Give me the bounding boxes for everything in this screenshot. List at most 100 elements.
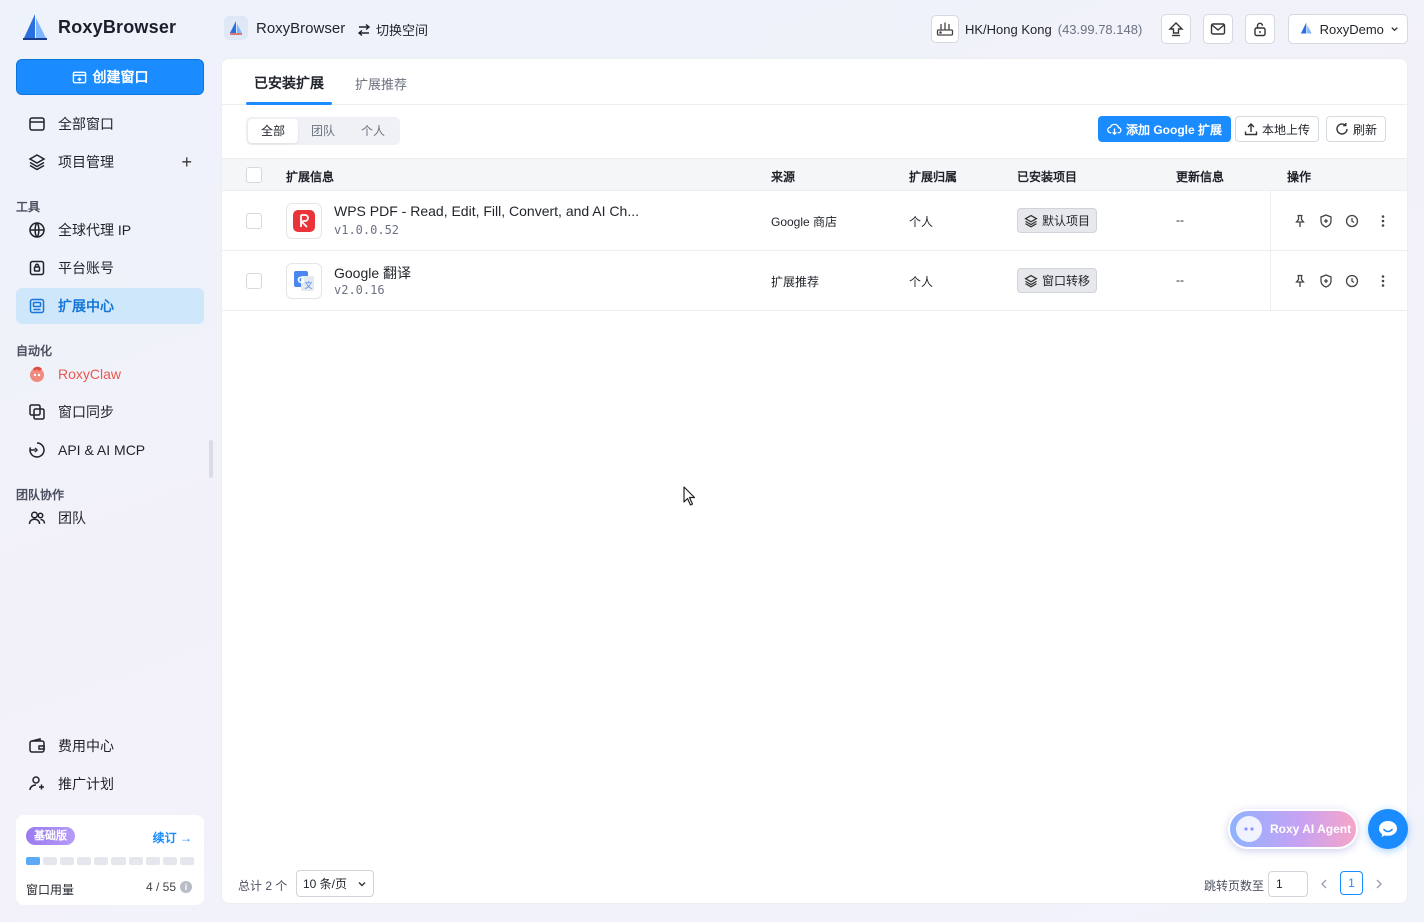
filter-all[interactable]: 全部 bbox=[248, 119, 299, 143]
sidebar-item-label: 费用中心 bbox=[58, 738, 114, 754]
table-row[interactable]: G文 Google 翻译 v2.0.16 扩展推荐 个人 窗口转移 -- bbox=[222, 251, 1407, 311]
table-row[interactable]: WPS PDF - Read, Edit, Fill, Convert, and… bbox=[222, 191, 1407, 251]
cloud-download-icon bbox=[1107, 123, 1122, 136]
sidebar-item-label: 扩展中心 bbox=[58, 298, 114, 314]
google-translate-icon: G文 bbox=[286, 263, 322, 299]
installed-project-tag[interactable]: 默认项目 bbox=[1017, 208, 1098, 233]
update-info: -- bbox=[1176, 273, 1184, 287]
sidebar-scrollbar[interactable] bbox=[209, 440, 213, 478]
jump-page-input[interactable] bbox=[1268, 871, 1308, 897]
wps-pdf-icon bbox=[286, 203, 322, 239]
window-icon bbox=[29, 117, 45, 131]
referral-icon bbox=[29, 776, 44, 791]
sidebar-item-team[interactable]: 团队 bbox=[16, 500, 204, 536]
user-menu[interactable]: RoxyDemo bbox=[1288, 14, 1408, 44]
upload-icon bbox=[1244, 123, 1258, 136]
info-icon[interactable]: i bbox=[180, 881, 192, 893]
brand-name: RoxyBrowser bbox=[58, 16, 177, 37]
chevron-down-icon bbox=[358, 881, 366, 886]
layers-icon bbox=[28, 154, 46, 171]
extension-source: 扩展推荐 bbox=[771, 275, 820, 289]
page-size-select[interactable]: 10 条/页 bbox=[296, 870, 374, 897]
sidebar-item-roxyclaw[interactable]: RoxyClaw bbox=[16, 356, 204, 392]
sidebar-item-api[interactable]: API & AI MCP bbox=[16, 432, 204, 468]
pin-icon[interactable] bbox=[1291, 212, 1309, 230]
refresh-button[interactable]: 刷新 bbox=[1326, 116, 1387, 142]
team-icon bbox=[28, 511, 46, 525]
table-header: 扩展信息 来源 扩展归属 已安装项目 更新信息 操作 bbox=[222, 158, 1407, 191]
usage-segment bbox=[94, 857, 109, 865]
api-icon bbox=[29, 442, 45, 458]
globe-icon bbox=[29, 222, 45, 238]
tab-installed[interactable]: 已安装扩展 bbox=[254, 73, 324, 93]
col-update: 更新信息 bbox=[1176, 170, 1225, 184]
sidebar-item-sync[interactable]: 窗口同步 bbox=[16, 394, 204, 430]
usage-label: 窗口用量 bbox=[26, 883, 75, 897]
claw-icon bbox=[30, 366, 44, 382]
mouse-cursor-icon bbox=[683, 486, 696, 506]
upload-button[interactable] bbox=[1161, 14, 1191, 44]
add-window-icon bbox=[72, 71, 86, 83]
col-ops: 操作 bbox=[1287, 170, 1312, 184]
renew-link[interactable]: 续订 → bbox=[153, 829, 192, 846]
more-icon[interactable] bbox=[1374, 272, 1392, 290]
add-google-extension-button[interactable]: 添加 Google 扩展 bbox=[1098, 116, 1232, 142]
page-1-button[interactable]: 1 bbox=[1340, 871, 1363, 895]
shield-icon[interactable] bbox=[1317, 272, 1335, 290]
more-icon[interactable] bbox=[1374, 212, 1392, 230]
extension-source: Google 商店 bbox=[771, 215, 838, 229]
pin-icon[interactable] bbox=[1291, 272, 1309, 290]
sidebar-item-label: 平台账号 bbox=[58, 260, 114, 276]
user-name: RoxyDemo bbox=[1319, 21, 1384, 37]
plan-card: 基础版 续订 → 窗口用量 4 / 55 i bbox=[16, 815, 204, 905]
chat-support-button[interactable] bbox=[1368, 809, 1408, 849]
row-checkbox[interactable] bbox=[246, 273, 262, 289]
local-upload-button[interactable]: 本地上传 bbox=[1235, 116, 1320, 142]
sidebar-item-extensions[interactable]: 扩展中心 bbox=[16, 288, 204, 324]
sidebar-item-accounts[interactable]: 平台账号 bbox=[16, 250, 204, 286]
switch-space-button[interactable]: 切换空间 bbox=[357, 20, 428, 39]
brand[interactable]: RoxyBrowser bbox=[20, 12, 176, 42]
usage-bar bbox=[26, 857, 194, 865]
layers-icon bbox=[1024, 274, 1038, 288]
col-owner: 扩展归属 bbox=[909, 170, 958, 184]
ops-divider bbox=[1270, 251, 1271, 311]
row-checkbox[interactable] bbox=[246, 213, 262, 229]
upload-arrow-icon bbox=[1168, 22, 1184, 37]
extension-version: v1.0.0.52 bbox=[334, 223, 400, 237]
layers-icon bbox=[1024, 214, 1038, 228]
usage-value: 4 / 55 i bbox=[146, 880, 192, 894]
next-page-button[interactable] bbox=[1371, 875, 1387, 893]
filter-personal[interactable]: 个人 bbox=[348, 119, 398, 143]
mail-icon bbox=[1210, 23, 1226, 35]
proxy-status[interactable]: HK/Hong Kong (43.99.78.148) bbox=[931, 14, 1142, 44]
roxy-ai-agent-button[interactable]: Roxy AI Agent bbox=[1228, 809, 1358, 849]
prev-page-button[interactable] bbox=[1316, 875, 1332, 893]
history-icon[interactable] bbox=[1343, 272, 1361, 290]
extension-owner: 个人 bbox=[909, 275, 934, 289]
filter-team[interactable]: 团队 bbox=[298, 119, 348, 143]
tab-active-indicator bbox=[246, 102, 332, 105]
ops-divider bbox=[1270, 191, 1271, 251]
create-window-button[interactable]: 创建窗口 bbox=[16, 59, 204, 95]
workspace-switcher[interactable]: RoxyBrowser bbox=[224, 16, 345, 40]
sidebar-item-all-windows[interactable]: 全部窗口 bbox=[16, 106, 204, 142]
extension-owner: 个人 bbox=[909, 215, 934, 229]
usage-segment bbox=[179, 857, 194, 865]
tab-recommended[interactable]: 扩展推荐 bbox=[355, 74, 407, 93]
messages-button[interactable] bbox=[1203, 14, 1233, 44]
extension-name: WPS PDF - Read, Edit, Fill, Convert, and… bbox=[334, 203, 639, 219]
ownership-filter: 全部 团队 个人 bbox=[246, 117, 401, 145]
usage-segment bbox=[77, 857, 92, 865]
shield-icon[interactable] bbox=[1317, 212, 1335, 230]
add-project-icon[interactable]: + bbox=[181, 152, 192, 173]
installed-project-tag[interactable]: 窗口转移 bbox=[1017, 268, 1098, 293]
history-icon[interactable] bbox=[1343, 212, 1361, 230]
usage-segment bbox=[26, 857, 41, 865]
sidebar-item-referral[interactable]: 推广计划 bbox=[16, 766, 204, 802]
sidebar-item-proxy[interactable]: 全球代理 IP bbox=[16, 212, 204, 248]
lock-button[interactable] bbox=[1245, 14, 1275, 44]
select-all-checkbox[interactable] bbox=[246, 167, 262, 183]
sidebar-item-billing[interactable]: 费用中心 bbox=[16, 728, 204, 764]
sidebar-item-projects[interactable]: 项目管理 + bbox=[16, 144, 204, 180]
